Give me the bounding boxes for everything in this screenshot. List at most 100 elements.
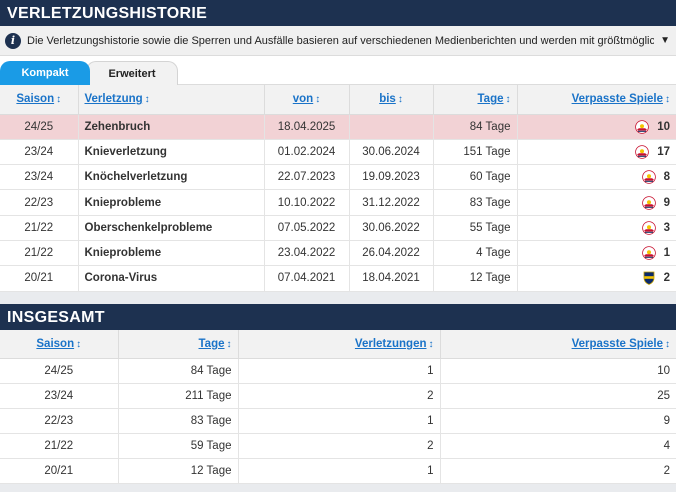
redbull-icon[interactable] bbox=[635, 145, 650, 159]
verletzung-cell: Corona-Virus bbox=[78, 265, 265, 292]
verpasste-spiele-cell: 9 bbox=[517, 189, 676, 216]
column-header-verletzung[interactable]: Verletzung ↕ bbox=[78, 85, 265, 115]
verletzungen-cell: 2 bbox=[238, 433, 441, 460]
verpasste-spiele-cell: 10 bbox=[440, 358, 676, 385]
bis-cell: 26.04.2022 bbox=[349, 240, 434, 267]
history-title: Verletzungshistorie bbox=[7, 5, 208, 22]
injury-history-table: Saison ↕ Verletzung ↕ von ↕ bis ↕ Tage ↕ Verp… bbox=[0, 85, 676, 292]
verpasste-spiele-cell: 17 bbox=[517, 139, 676, 166]
boca-icon[interactable] bbox=[642, 271, 656, 286]
sort-arrows-icon: ↕ bbox=[56, 94, 62, 106]
bis-cell bbox=[349, 114, 434, 140]
info-bar[interactable]: i Die Verletzungshistorie sowie die Sper… bbox=[0, 26, 676, 56]
verpasste-spiele-cell: 2 bbox=[517, 265, 676, 292]
tage-cell: 12 Tage bbox=[118, 458, 239, 485]
saison-cell: 21/22 bbox=[0, 433, 119, 460]
saison-cell: 23/24 bbox=[0, 383, 119, 410]
saison-cell: 23/24 bbox=[0, 139, 79, 166]
von-cell: 10.10.2022 bbox=[264, 189, 350, 216]
table-row: 20/21 12 Tage 1 2 bbox=[0, 458, 676, 485]
tage-cell: 84 Tage bbox=[433, 114, 518, 140]
table-header-row: Saison ↕ Verletzung ↕ von ↕ bis ↕ Tage ↕ Verp… bbox=[0, 85, 676, 115]
table-header-row: Saison ↕ Tage ↕ Verletzungen ↕ Verpasste Sp… bbox=[0, 329, 676, 360]
bis-cell: 30.06.2024 bbox=[349, 139, 434, 166]
table-row: 23/24 211 Tage 2 25 bbox=[0, 383, 676, 410]
table-row: 20/21 Corona-Virus 07.04.2021 18.04.2021 12 … bbox=[0, 265, 676, 292]
verpasste-spiele-cell: 8 bbox=[517, 164, 676, 191]
saison-cell: 21/22 bbox=[0, 215, 79, 241]
spiele-value: 9 bbox=[663, 196, 670, 209]
spiele-value: 17 bbox=[657, 145, 670, 158]
saison-cell: 22/23 bbox=[0, 189, 79, 216]
redbull-icon[interactable] bbox=[641, 221, 656, 235]
redbull-icon[interactable] bbox=[641, 170, 656, 185]
bis-cell: 30.06.2022 bbox=[349, 215, 434, 241]
bis-cell: 31.12.2022 bbox=[349, 189, 434, 216]
spiele-value: 2 bbox=[663, 272, 670, 285]
bis-cell: 19.09.2023 bbox=[349, 164, 434, 191]
verpasste-spiele-cell: 3 bbox=[517, 215, 676, 241]
column-header-verpasste-spiele[interactable]: Verpasste Spiele ↕ bbox=[440, 329, 676, 360]
verletzungen-cell: 2 bbox=[238, 383, 441, 410]
column-header-von[interactable]: von ↕ bbox=[264, 85, 350, 115]
verletzungen-cell: 1 bbox=[238, 458, 441, 485]
saison-cell: 23/24 bbox=[0, 164, 79, 191]
column-header-saison[interactable]: Saison ↕ bbox=[0, 85, 79, 115]
column-header-verpasste-spiele[interactable]: Verpasste Spiele ↕ bbox=[517, 85, 676, 115]
column-header-bis[interactable]: bis ↕ bbox=[349, 85, 434, 115]
verletzung-cell: Oberschenkelprobleme bbox=[78, 215, 265, 241]
table-row: 23/24 Knöchelverletzung 22.07.2023 19.09.20… bbox=[0, 164, 676, 191]
verpasste-spiele-cell: 4 bbox=[440, 433, 676, 460]
sort-arrows-icon: ↕ bbox=[315, 94, 321, 106]
sort-arrows-icon: ↕ bbox=[397, 94, 403, 106]
spiele-value: 3 bbox=[663, 221, 670, 234]
summary-header: Insgesamt bbox=[0, 303, 676, 330]
column-header-verletzungen[interactable]: Verletzungen ↕ bbox=[238, 329, 441, 360]
table-row: 22/23 Knieprobleme 10.10.2022 31.12.2022 83 … bbox=[0, 189, 676, 216]
saison-cell: 22/23 bbox=[0, 408, 119, 435]
column-header-tage[interactable]: Tage ↕ bbox=[118, 329, 239, 360]
view-tabs: Erweitert Kompakt bbox=[0, 56, 676, 85]
saison-cell: 24/25 bbox=[0, 114, 79, 140]
verletzung-cell: Knieprobleme bbox=[78, 189, 265, 216]
saison-cell: 24/25 bbox=[0, 358, 119, 385]
redbull-icon[interactable] bbox=[641, 195, 656, 210]
table-row: 21/22 59 Tage 2 4 bbox=[0, 433, 676, 460]
tage-cell: 55 Tage bbox=[433, 215, 518, 241]
sort-arrows-icon: ↕ bbox=[505, 94, 511, 106]
sort-arrows-icon: ↕ bbox=[428, 338, 434, 350]
expand-caret-icon[interactable]: ▼ bbox=[660, 35, 670, 46]
sort-arrows-icon: ↕ bbox=[665, 338, 670, 350]
verletzung-cell: Knöchelverletzung bbox=[78, 164, 265, 191]
tab-erweitert[interactable]: Erweitert bbox=[86, 61, 178, 85]
verletzungen-cell: 1 bbox=[238, 358, 441, 385]
verpasste-spiele-cell: 25 bbox=[440, 383, 676, 410]
column-header-tage[interactable]: Tage ↕ bbox=[433, 85, 518, 115]
redbull-icon[interactable] bbox=[635, 119, 650, 134]
column-header-saison[interactable]: Saison ↕ bbox=[0, 329, 119, 360]
tage-cell: 4 Tage bbox=[433, 240, 518, 267]
tage-cell: 151 Tage bbox=[433, 139, 518, 166]
von-cell: 22.07.2023 bbox=[264, 164, 350, 191]
tab-kompakt[interactable]: Kompakt bbox=[0, 61, 90, 85]
von-cell: 23.04.2022 bbox=[264, 240, 350, 267]
sort-arrows-icon: ↕ bbox=[665, 94, 670, 106]
bis-cell: 18.04.2021 bbox=[349, 265, 434, 292]
tage-cell: 211 Tage bbox=[118, 383, 239, 410]
spiele-value: 1 bbox=[663, 247, 670, 260]
von-cell: 07.04.2021 bbox=[264, 265, 350, 292]
info-icon: i bbox=[5, 32, 21, 49]
redbull-icon[interactable] bbox=[641, 246, 656, 260]
von-cell: 07.05.2022 bbox=[264, 215, 350, 241]
sort-arrows-icon: ↕ bbox=[226, 338, 232, 350]
verpasste-spiele-cell: 9 bbox=[440, 408, 676, 435]
saison-cell: 20/21 bbox=[0, 265, 79, 292]
table-row: 21/22 Oberschenkelprobleme 07.05.2022 30.06… bbox=[0, 215, 676, 241]
spiele-value: 10 bbox=[657, 120, 670, 133]
verletzung-cell: Zehenbruch bbox=[78, 114, 265, 140]
table-row: 22/23 83 Tage 1 9 bbox=[0, 408, 676, 435]
tage-cell: 59 Tage bbox=[118, 433, 239, 460]
info-text: Die Verletzungshistorie sowie die Sperre… bbox=[27, 34, 655, 47]
verletzung-cell: Knieprobleme bbox=[78, 240, 265, 267]
tage-cell: 84 Tage bbox=[118, 358, 239, 385]
